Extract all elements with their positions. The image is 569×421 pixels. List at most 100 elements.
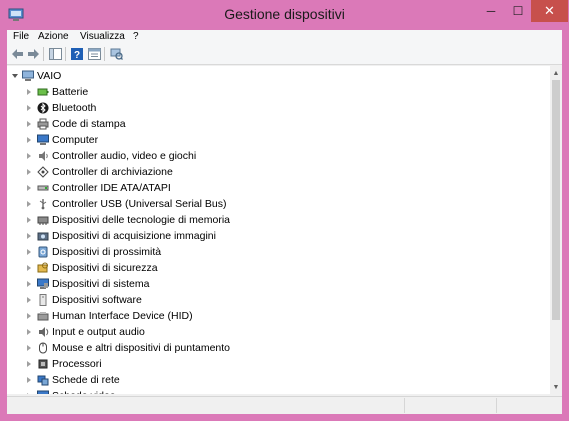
expand-arrow-icon[interactable] xyxy=(27,169,31,175)
tree-item-label: Schede di rete xyxy=(52,374,120,386)
expand-arrow-icon[interactable] xyxy=(27,329,31,335)
menu-file[interactable]: File xyxy=(13,30,29,44)
menu-visualizza[interactable]: Visualizza xyxy=(80,30,125,44)
tree-item[interactable]: Dispositivi di sicurezza xyxy=(7,260,550,276)
tree-item-label: Controller IDE ATA/ATAPI xyxy=(52,182,171,194)
bluetooth-icon xyxy=(37,102,49,114)
tree-item-label: Dispositivi di prossimità xyxy=(52,246,162,258)
tree-item-label: Dispositivi delle tecnologie di memoria xyxy=(52,214,230,226)
scrollbar-thumb[interactable] xyxy=(552,80,560,320)
proximity-icon xyxy=(38,246,48,258)
expand-arrow-icon[interactable] xyxy=(27,361,31,367)
forward-button[interactable] xyxy=(25,46,41,62)
tree-item[interactable]: Code di stampa xyxy=(7,116,550,132)
tree-item[interactable]: Processori xyxy=(7,356,550,372)
tree-item[interactable]: Controller di archiviazione xyxy=(7,164,550,180)
title-bar[interactable]: Gestione dispositivi ─ ☐ ✕ xyxy=(0,0,569,30)
scroll-up-arrow-icon[interactable]: ▲ xyxy=(550,67,562,79)
back-arrow-icon xyxy=(11,49,23,59)
scroll-down-arrow-icon[interactable]: ▼ xyxy=(550,381,562,393)
system-device-icon xyxy=(37,278,49,289)
expand-arrow-icon[interactable] xyxy=(27,345,31,351)
expand-arrow-icon[interactable] xyxy=(27,105,31,111)
expand-arrow-icon[interactable] xyxy=(27,153,31,159)
security-icon xyxy=(37,262,48,273)
tree-item[interactable]: Schede di rete xyxy=(7,372,550,388)
tree-item[interactable]: Batterie xyxy=(7,84,550,100)
expand-arrow-icon[interactable] xyxy=(27,377,31,383)
menu-bar: File Azione Visualizza ? xyxy=(7,30,562,44)
tree-root[interactable]: VAIO xyxy=(7,68,550,84)
expand-arrow-icon[interactable] xyxy=(27,393,31,394)
device-manager-window: Gestione dispositivi ─ ☐ ✕ File Azione V… xyxy=(0,0,569,421)
close-button[interactable]: ✕ xyxy=(531,0,568,22)
help-button[interactable]: ? xyxy=(69,46,85,62)
tree-item-label: Code di stampa xyxy=(52,118,126,130)
tree-item-label: Dispositivi software xyxy=(52,294,142,306)
tree-item[interactable]: Human Interface Device (HID) xyxy=(7,308,550,324)
help-icon: ? xyxy=(71,48,83,60)
expand-arrow-icon[interactable] xyxy=(27,89,31,95)
tree-item-label: Bluetooth xyxy=(52,102,97,114)
ide-controller-icon xyxy=(37,185,49,191)
tree-item[interactable]: Dispositivi di acquisizione immagini xyxy=(7,228,550,244)
minimize-button[interactable]: ─ xyxy=(478,0,504,22)
scan-hardware-icon xyxy=(110,48,123,60)
tree-item-label: Controller USB (Universal Serial Bus) xyxy=(52,198,227,210)
tree-item[interactable]: Dispositivi di prossimità xyxy=(7,244,550,260)
tree-item-label: Computer xyxy=(52,134,99,146)
status-bar xyxy=(7,396,562,414)
speaker-icon xyxy=(39,151,48,161)
expand-arrow-icon[interactable] xyxy=(27,281,31,287)
toolbar-separator xyxy=(104,47,105,61)
tree-item[interactable]: Computer xyxy=(7,132,550,148)
tree-root-label: VAIO xyxy=(37,68,62,84)
menu-help[interactable]: ? xyxy=(133,30,139,44)
tree-item-label: Mouse e altri dispositivi di puntamento xyxy=(52,342,231,354)
tree-item-label: Batterie xyxy=(52,86,89,98)
expand-arrow-icon[interactable] xyxy=(27,137,31,143)
processor-icon xyxy=(38,359,48,369)
tree-item[interactable]: Dispositivi di sistema xyxy=(7,276,550,292)
expand-arrow-icon[interactable] xyxy=(27,297,31,303)
tree-item[interactable]: Input e output audio xyxy=(7,324,550,340)
tree-item[interactable]: Dispositivi software xyxy=(7,292,550,308)
tree-item[interactable]: Schede video xyxy=(7,388,550,394)
properties-button[interactable] xyxy=(86,46,102,62)
expand-arrow-icon[interactable] xyxy=(27,265,31,271)
expand-arrow-icon[interactable] xyxy=(27,313,31,319)
tree-item-label: Processori xyxy=(52,358,102,370)
scan-hardware-changes-button[interactable] xyxy=(108,46,124,62)
toolbar: ? xyxy=(7,44,562,65)
tree-item-label: Schede video xyxy=(52,388,116,394)
collapse-arrow-icon[interactable] xyxy=(12,74,18,78)
expand-arrow-icon[interactable] xyxy=(27,185,31,191)
client-area: File Azione Visualizza ? ? VAIO Batterie… xyxy=(7,30,562,414)
menu-azione[interactable]: Azione xyxy=(38,30,69,44)
show-hide-console-tree-button[interactable] xyxy=(47,46,63,62)
software-device-icon xyxy=(39,294,47,306)
maximize-button[interactable]: ☐ xyxy=(505,0,531,22)
expand-arrow-icon[interactable] xyxy=(27,217,31,223)
svg-text:?: ? xyxy=(74,50,80,60)
tree-item-label: Dispositivi di sistema xyxy=(52,278,150,290)
battery-icon xyxy=(37,88,49,96)
display-adapter-icon xyxy=(37,390,49,394)
tree-item[interactable]: Controller USB (Universal Serial Bus) xyxy=(7,196,550,212)
tree-item-label: Input e output audio xyxy=(52,326,145,338)
tree-item-label: Dispositivi di acquisizione immagini xyxy=(52,230,216,242)
expand-arrow-icon[interactable] xyxy=(27,121,31,127)
vertical-scrollbar[interactable]: ▲ ▼ xyxy=(550,66,562,394)
expand-arrow-icon[interactable] xyxy=(27,201,31,207)
expand-arrow-icon[interactable] xyxy=(27,249,31,255)
tree-item[interactable]: Dispositivi delle tecnologie di memoria xyxy=(7,212,550,228)
tree-item[interactable]: Controller audio, video e giochi xyxy=(7,148,550,164)
audio-io-icon xyxy=(39,327,49,337)
back-button[interactable] xyxy=(9,46,25,62)
toolbar-separator xyxy=(65,47,66,61)
expand-arrow-icon[interactable] xyxy=(27,233,31,239)
device-tree[interactable]: VAIO Batterie Bluetooth Code di stampa Comp… xyxy=(7,66,550,394)
tree-item[interactable]: Controller IDE ATA/ATAPI xyxy=(7,180,550,196)
tree-item[interactable]: Mouse e altri dispositivi di puntamento xyxy=(7,340,550,356)
tree-item[interactable]: Bluetooth xyxy=(7,100,550,116)
